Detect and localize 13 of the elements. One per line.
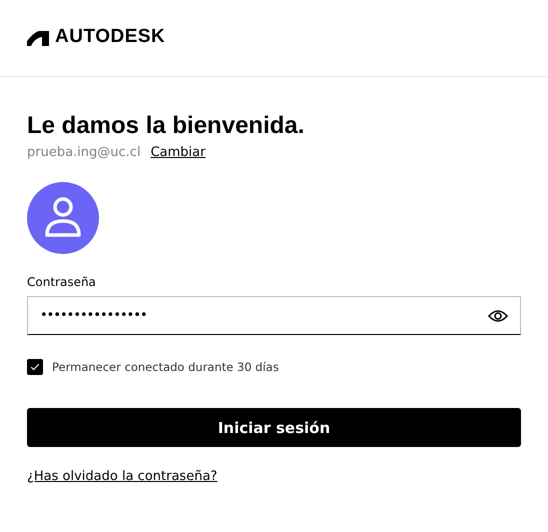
remember-label: Permanecer conectado durante 30 días [52, 360, 279, 374]
logo-text: AUTODESK [55, 26, 166, 48]
avatar-icon [27, 182, 99, 254]
remember-checkbox[interactable] [27, 359, 43, 375]
show-password-icon[interactable] [488, 308, 508, 322]
change-account-link[interactable]: Cambiar [150, 145, 206, 160]
password-label: Contraseña [27, 275, 97, 289]
forgot-password-link[interactable]: ¿Has olvidado la contraseña? [27, 469, 218, 484]
sign-in-button[interactable]: Iniciar sesión [27, 408, 521, 447]
password-field[interactable]: •••••••••••••••• [27, 296, 521, 335]
account-email: prueba.ing@uc.cl [27, 145, 141, 160]
logo-icon [27, 30, 49, 46]
welcome-heading: Le damos la bienvenida. [27, 111, 306, 141]
